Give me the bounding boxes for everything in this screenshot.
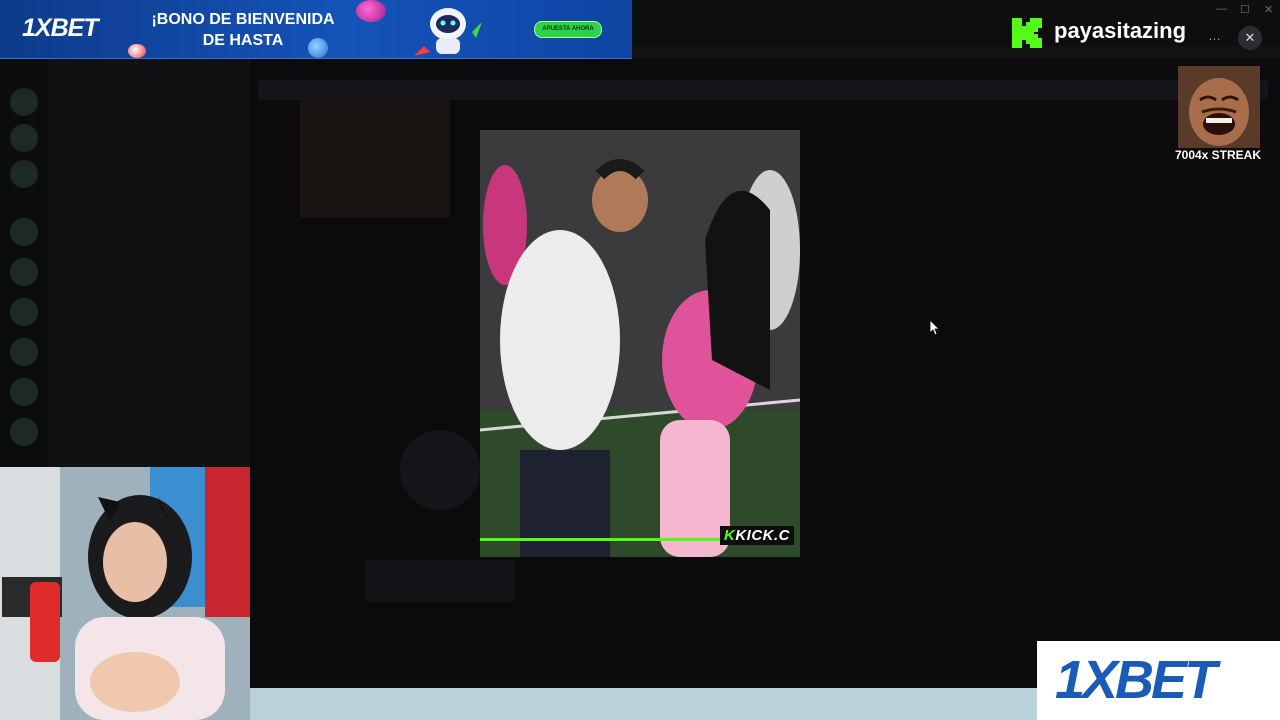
server-icon[interactable] bbox=[10, 338, 38, 366]
server-icon[interactable] bbox=[10, 124, 38, 152]
ad-banner-bottom-right[interactable]: 1XBET bbox=[1037, 641, 1280, 720]
more-icon[interactable]: … bbox=[1208, 28, 1221, 43]
streak-label: 7004x STREAK bbox=[1174, 148, 1262, 162]
server-icon[interactable] bbox=[10, 218, 38, 246]
server-icon[interactable] bbox=[10, 418, 38, 446]
maximize-icon[interactable]: ☐ bbox=[1240, 3, 1250, 16]
server-icon[interactable] bbox=[10, 298, 38, 326]
video-frame bbox=[480, 130, 800, 557]
ad-banner-top[interactable]: 1XBET ¡BONO DE BIENVENIDA DE HASTA APUES… bbox=[0, 0, 632, 59]
cursor-icon bbox=[930, 320, 940, 336]
channel-name: payasitazing bbox=[1054, 18, 1187, 43]
kick-logo-icon bbox=[1012, 18, 1042, 48]
chat-banner bbox=[258, 80, 1268, 100]
close-icon[interactable]: ✕ bbox=[1238, 26, 1262, 50]
video-player[interactable]: KKICK.C bbox=[480, 130, 800, 557]
server-icon[interactable] bbox=[10, 88, 38, 116]
channel-list bbox=[48, 58, 248, 468]
bottom-strip bbox=[250, 688, 1037, 720]
server-list bbox=[0, 58, 48, 468]
play-icon bbox=[400, 430, 480, 510]
embed-card bbox=[365, 560, 515, 602]
video-progress-bar[interactable] bbox=[480, 538, 720, 541]
webcam-overlay bbox=[0, 467, 250, 720]
kick-watermark: KKICK.C bbox=[720, 526, 795, 545]
ad-logo: 1XBET bbox=[22, 14, 99, 42]
ball-icon bbox=[128, 44, 146, 58]
ball-icon bbox=[308, 38, 328, 58]
ad-cta-button[interactable]: APUESTA AHORA bbox=[534, 21, 602, 38]
server-icon[interactable] bbox=[10, 160, 38, 188]
window-titlebar: — ☐ ✕ bbox=[632, 0, 1280, 20]
message-thumbnail bbox=[300, 100, 450, 218]
ad-logo: 1XBET bbox=[1055, 650, 1217, 710]
streak-face-image bbox=[1178, 66, 1260, 148]
close-window-icon[interactable]: ✕ bbox=[1264, 3, 1273, 16]
ball-icon bbox=[356, 0, 386, 22]
minimize-icon[interactable]: — bbox=[1216, 3, 1227, 15]
server-icon[interactable] bbox=[10, 378, 38, 406]
server-icon[interactable] bbox=[10, 258, 38, 286]
ad-headline-line1: ¡BONO DE BIENVENIDA bbox=[151, 11, 335, 28]
watermark-text: KICK.C bbox=[735, 527, 791, 544]
astronaut-icon bbox=[414, 8, 482, 56]
